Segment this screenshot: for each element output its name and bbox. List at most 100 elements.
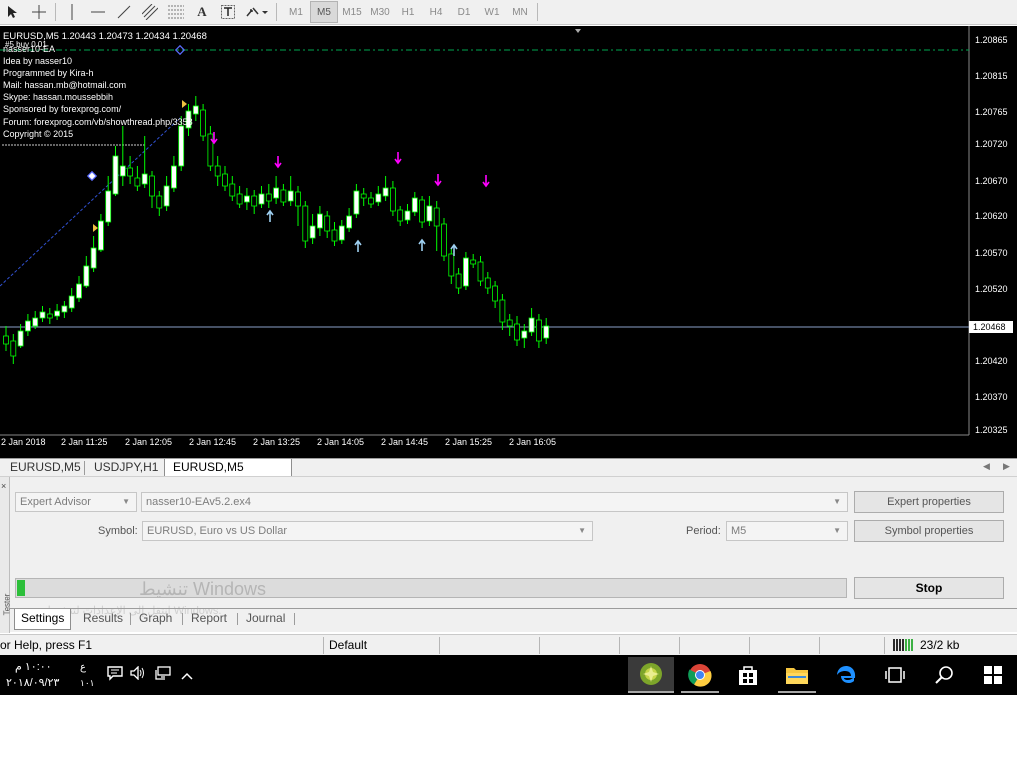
price-axis-label: 1.20420 [975, 356, 1008, 366]
strategy-tester-panel: × Tester Expert Advisor ▼ nasser10-EAv5.2… [0, 476, 1017, 633]
trendline-icon[interactable] [111, 1, 137, 23]
tab-scroll-right-icon[interactable]: ▶ [1003, 461, 1010, 472]
candle-body [141, 173, 148, 185]
chrome-icon[interactable] [677, 657, 723, 693]
price-axis-label: 1.20865 [975, 35, 1008, 45]
candle-body [258, 193, 265, 205]
price-axis-label: 1.20520 [975, 284, 1008, 294]
tab-divider [84, 461, 85, 475]
chart-tab-eurusd-m5[interactable]: EURUSD,M5 [2, 459, 89, 477]
candle-body [419, 199, 426, 223]
candle-body [24, 320, 31, 332]
clock-date[interactable]: ٢٠١٨/٠٩/٢٣ [6, 676, 59, 689]
tab-journal[interactable]: Journal [246, 609, 285, 630]
price-chart[interactable]: EURUSD,M5 1.20443 1.20473 1.20434 1.2046… [0, 26, 1017, 458]
status-divider [884, 637, 885, 654]
candle-body [98, 220, 104, 251]
chevron-down-icon: ▼ [578, 526, 586, 535]
tab-report[interactable]: Report [191, 609, 227, 630]
price-axis-label: 1.20325 [975, 425, 1008, 435]
tab-graph[interactable]: Graph [139, 609, 172, 630]
candle-body [521, 330, 528, 339]
candle-body [506, 319, 513, 327]
candle-body [156, 195, 163, 209]
arrows-icon[interactable] [241, 1, 273, 23]
timeframe-m5[interactable]: M5 [310, 1, 338, 23]
period-value: M5 [731, 525, 747, 537]
candle-body [499, 299, 506, 323]
expert-properties-button[interactable]: Expert properties [854, 491, 1004, 513]
price-axis-label: 1.20720 [975, 139, 1008, 149]
candle-body [404, 210, 411, 221]
fibonacci-icon[interactable] [163, 1, 189, 23]
task-view-icon[interactable] [872, 657, 918, 693]
timeframe-mn[interactable]: MN [506, 1, 534, 23]
candle-body [375, 193, 382, 203]
program-type-value: Expert Advisor [20, 496, 91, 508]
candle-body [236, 193, 243, 205]
candle-body [302, 205, 309, 242]
edge-icon[interactable] [823, 657, 869, 693]
stop-button[interactable]: Stop [854, 577, 1004, 599]
timeframe-m15[interactable]: M15 [338, 1, 366, 23]
clock-time[interactable]: ١٠:٠٠ م [15, 660, 52, 673]
tab-scroll-left-icon[interactable]: ◀ [983, 461, 990, 472]
chart-tab-eurusd-m5-visual[interactable]: EURUSD,M5 (visual) [164, 459, 292, 491]
timeframe-w1[interactable]: W1 [478, 1, 506, 23]
time-axis-label: 2 Jan 12:45 [189, 437, 237, 447]
chart-tab-usdjpy-h1[interactable]: USDJPY,H1 [86, 459, 166, 477]
candle-body [360, 193, 367, 199]
candle-body [484, 277, 491, 289]
price-axis-label: 1.20370 [975, 392, 1008, 402]
symbol-label: Symbol: [98, 525, 138, 537]
chevron-up-icon[interactable] [178, 666, 196, 684]
candle-body [17, 330, 24, 347]
equidistant-channel-icon[interactable] [137, 1, 163, 23]
trade-overlay-label: #5 buy 0.01 [5, 40, 47, 49]
file-explorer-icon[interactable] [774, 657, 820, 693]
symbol-properties-button[interactable]: Symbol properties [854, 520, 1004, 542]
buy-arrow-icon [418, 238, 426, 251]
crosshair-icon[interactable] [26, 1, 52, 23]
timeframe-m1[interactable]: M1 [282, 1, 310, 23]
candle-body [368, 197, 374, 205]
ea-info-line: Programmed by Kira-h [3, 68, 94, 79]
candle-body [68, 295, 75, 309]
timeframe-h4[interactable]: H4 [422, 1, 450, 23]
search-icon[interactable] [921, 657, 967, 693]
buy-arrow-icon [266, 209, 274, 222]
current-price-label: 1.20468 [969, 321, 1013, 333]
cursor-icon[interactable] [0, 1, 26, 23]
time-axis-label: 2 Jan 14:05 [317, 437, 365, 447]
tab-settings[interactable]: Settings [14, 609, 72, 630]
horizontal-line-icon[interactable] [85, 1, 111, 23]
timeframe-h1[interactable]: H1 [394, 1, 422, 23]
period-select[interactable]: M5 ▼ [726, 521, 848, 541]
candle-body [76, 283, 82, 299]
mt4-app-icon[interactable] [628, 657, 674, 693]
candle-body [492, 285, 499, 302]
windows-start-icon[interactable] [970, 657, 1016, 693]
symbol-select[interactable]: EURUSD, Euro vs US Dollar ▼ [142, 521, 593, 541]
text-label-icon[interactable] [215, 1, 241, 23]
candle-body [536, 319, 542, 342]
vertical-line-icon[interactable] [59, 1, 85, 23]
price-axis-label: 1.20815 [975, 71, 1008, 81]
notification-icon[interactable] [106, 666, 124, 684]
text-icon[interactable]: A [189, 1, 215, 23]
candle-body [316, 213, 323, 229]
candle-body [3, 335, 9, 345]
status-bar: or Help, press F1 Default 23/2 kb [0, 634, 1017, 655]
ea-info-panel: #5 buy 0.01 nasser10-EA Idea by nasser10… [3, 40, 193, 140]
program-type-select[interactable]: Expert Advisor ▼ [15, 492, 137, 512]
input-language-indicator[interactable]: ع [80, 662, 86, 673]
tab-results[interactable]: Results [83, 609, 123, 630]
traffic-counter: 23/2 kb [920, 638, 960, 652]
store-icon[interactable] [725, 657, 771, 693]
close-icon[interactable]: × [1, 481, 6, 491]
network-icon[interactable] [154, 666, 172, 684]
timeframe-d1[interactable]: D1 [450, 1, 478, 23]
expert-select[interactable]: nasser10-EAv5.2.ex4 ▼ [141, 492, 848, 512]
timeframe-m30[interactable]: M30 [366, 1, 394, 23]
volume-icon[interactable] [129, 665, 147, 684]
